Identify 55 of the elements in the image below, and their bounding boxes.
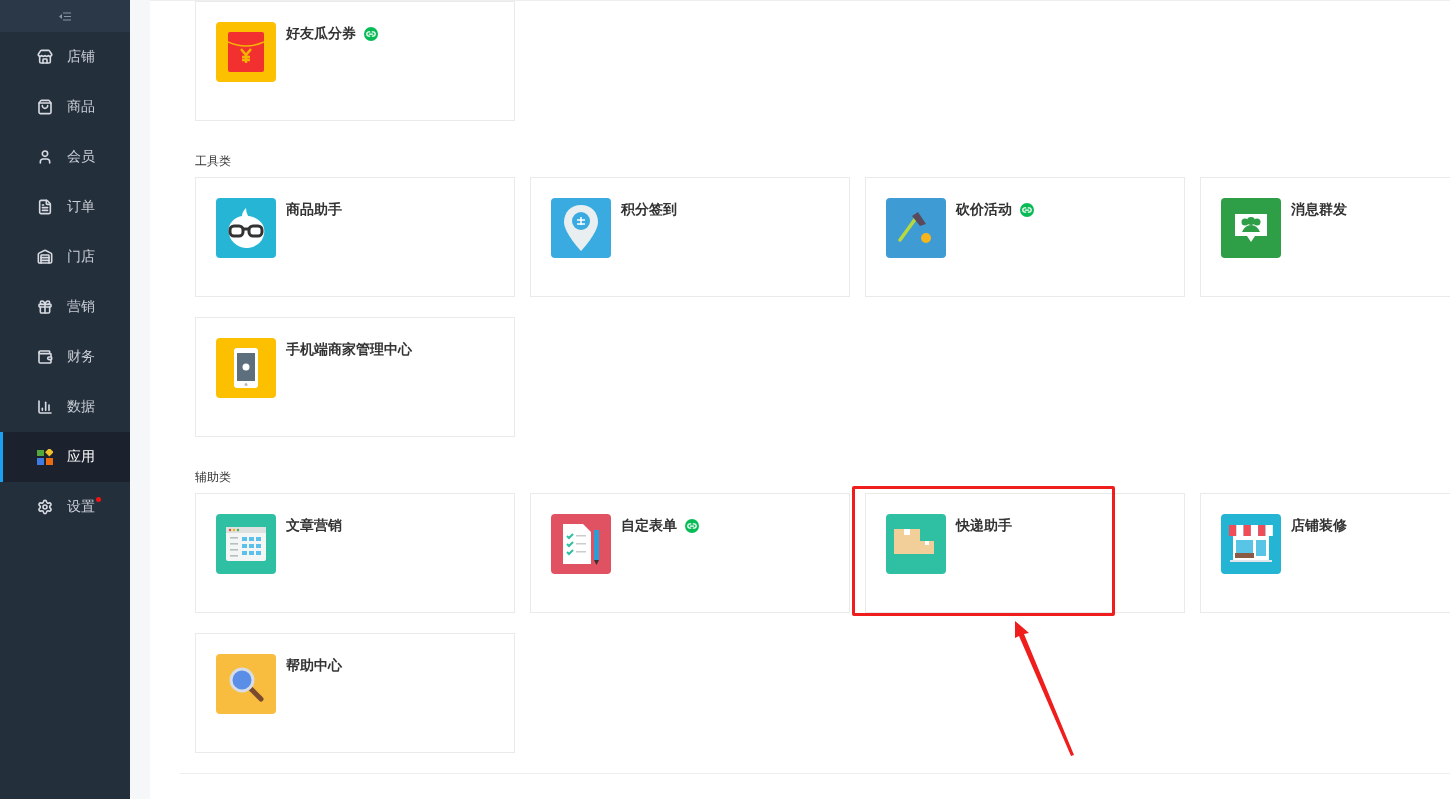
app-title: 文章营销 xyxy=(286,517,342,535)
app-card[interactable]: 帮助中心 xyxy=(195,633,515,753)
shop-icon xyxy=(37,49,53,65)
settings-icon xyxy=(37,499,53,515)
app-card[interactable]: 积分签到 xyxy=(530,177,850,297)
glasses-app-icon xyxy=(216,198,276,258)
sidebar-item[interactable]: 财务 xyxy=(0,332,130,382)
app-card[interactable]: 快递助手 xyxy=(865,493,1185,613)
app-title: 快递助手 xyxy=(956,517,1012,535)
sidebar-item[interactable]: 设置 xyxy=(0,482,130,532)
app-card[interactable]: 文章营销 xyxy=(195,493,515,613)
app-title: 手机端商家管理中心 xyxy=(286,341,412,359)
section-heading: 辅助类 xyxy=(195,469,232,486)
article-app-icon xyxy=(216,514,276,574)
axe-app-icon xyxy=(886,198,946,258)
sidebar-item[interactable]: 商品 xyxy=(0,82,130,132)
sidebar-item[interactable]: 门店 xyxy=(0,232,130,282)
gift-icon xyxy=(37,299,53,315)
app-title: 商品助手 xyxy=(286,201,342,219)
store-icon xyxy=(37,249,53,265)
section-heading: 工具类 xyxy=(195,153,232,170)
redpacket-app-icon xyxy=(216,22,276,82)
bag-icon xyxy=(37,99,53,115)
app-card[interactable]: 手机端商家管理中心 xyxy=(195,317,515,437)
app-card[interactable]: 消息群发 xyxy=(1200,177,1450,297)
search-app-icon xyxy=(216,654,276,714)
app-card[interactable]: 好友瓜分券 xyxy=(195,1,515,121)
sidebar-item[interactable]: 订单 xyxy=(0,182,130,232)
doc-icon xyxy=(37,199,53,215)
app-title: 帮助中心 xyxy=(286,657,342,675)
app-card[interactable]: 商品助手 xyxy=(195,177,515,297)
app-card[interactable]: 砍价活动 xyxy=(865,177,1185,297)
app-title: 消息群发 xyxy=(1291,201,1347,219)
phone-app-icon xyxy=(216,338,276,398)
shopfront-app-icon xyxy=(1221,514,1281,574)
app-title: 好友瓜分券 xyxy=(286,25,356,43)
box-app-icon xyxy=(886,514,946,574)
message-app-icon xyxy=(1221,198,1281,258)
app-card[interactable]: 店铺装修 xyxy=(1200,493,1450,613)
chart-icon xyxy=(37,399,53,415)
sidebar-item[interactable]: 营销 xyxy=(0,282,130,332)
apps-icon xyxy=(37,449,53,465)
sidebar-item[interactable]: 会员 xyxy=(0,132,130,182)
app-title: 积分签到 xyxy=(621,201,677,219)
app-title: 自定表单 xyxy=(621,517,677,535)
app-title: 砍价活动 xyxy=(956,201,1012,219)
collapse-menu-icon[interactable] xyxy=(59,11,71,21)
app-title: 店铺装修 xyxy=(1291,517,1347,535)
app-card[interactable]: 自定表单 xyxy=(530,493,850,613)
sidebar-item[interactable]: 数据 xyxy=(0,382,130,432)
sidebar-item[interactable]: 店铺 xyxy=(0,32,130,82)
pin-app-icon xyxy=(551,198,611,258)
user-icon xyxy=(37,149,53,165)
form-app-icon xyxy=(551,514,611,574)
sidebar-item[interactable]: 应用 xyxy=(0,432,130,482)
